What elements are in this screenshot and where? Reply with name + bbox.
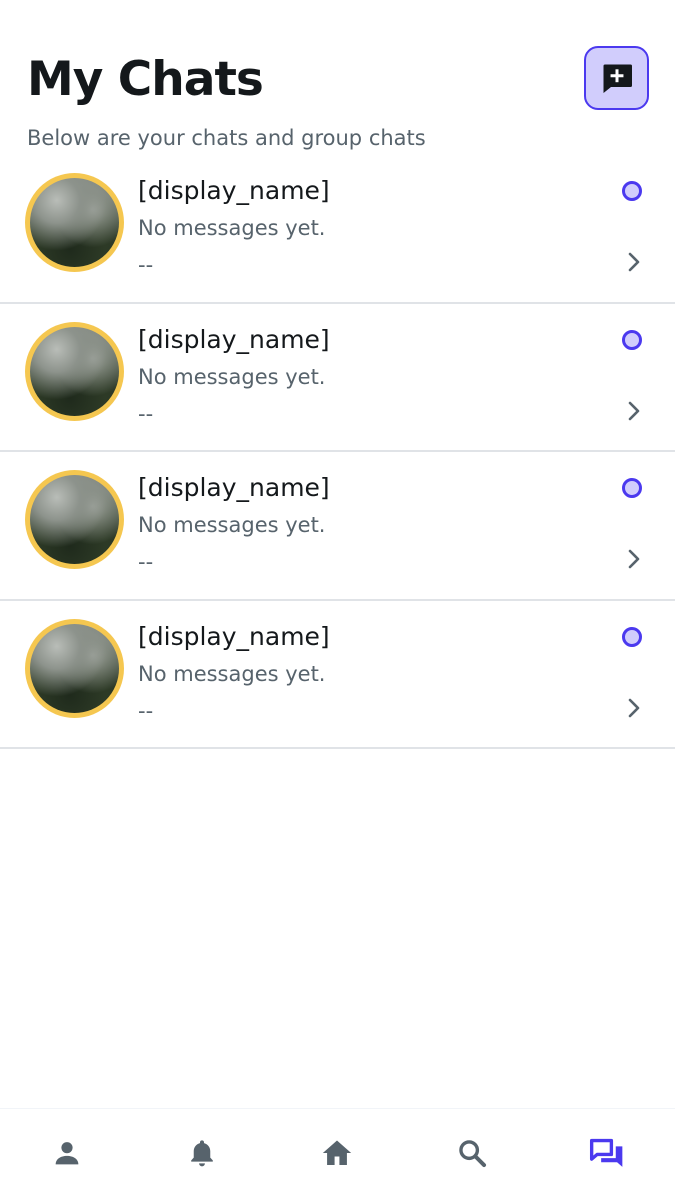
bottom-nav-bar bbox=[0, 1108, 675, 1200]
chat-display-name: [display_name] bbox=[138, 324, 330, 354]
chevron-right-icon bbox=[628, 252, 640, 272]
page-title: My Chats bbox=[27, 52, 264, 107]
chat-list: [display_name] No messages yet. -- [disp… bbox=[0, 155, 675, 749]
nav-chats[interactable] bbox=[587, 1133, 627, 1173]
chat-display-name: [display_name] bbox=[138, 176, 330, 205]
unread-indicator-icon bbox=[622, 329, 642, 350]
avatar bbox=[25, 173, 124, 272]
chat-display-name: [display_name] bbox=[138, 621, 330, 651]
home-icon bbox=[322, 1140, 352, 1166]
chat-timestamp: -- bbox=[138, 253, 154, 277]
nav-notifications[interactable] bbox=[182, 1133, 222, 1173]
avatar bbox=[25, 618, 124, 718]
chat-last-message: No messages yet. bbox=[138, 661, 326, 686]
chat-timestamp: -- bbox=[138, 698, 154, 723]
chat-list-item[interactable]: [display_name] No messages yet. -- bbox=[0, 601, 675, 749]
avatar-image bbox=[30, 178, 119, 267]
bell-icon bbox=[191, 1140, 213, 1167]
page-header: My Chats Below are your chats and group … bbox=[0, 0, 675, 170]
new-chat-button[interactable] bbox=[584, 46, 649, 110]
search-icon bbox=[459, 1140, 487, 1168]
add-comment-icon bbox=[603, 64, 632, 93]
chat-timestamp: -- bbox=[138, 550, 154, 574]
chevron-right-icon bbox=[628, 401, 640, 420]
chat-list-item[interactable]: [display_name] No messages yet. -- bbox=[0, 304, 675, 452]
chevron-right-icon bbox=[628, 549, 640, 569]
nav-home[interactable] bbox=[317, 1133, 357, 1173]
nav-profile[interactable] bbox=[47, 1133, 87, 1173]
chat-list-item[interactable]: [display_name] No messages yet. -- bbox=[0, 452, 675, 601]
unread-indicator-icon bbox=[622, 626, 642, 647]
chat-display-name: [display_name] bbox=[138, 473, 330, 502]
chat-list-item[interactable]: [display_name] No messages yet. -- bbox=[0, 155, 675, 304]
nav-search[interactable] bbox=[452, 1133, 492, 1173]
chat-last-message: No messages yet. bbox=[138, 216, 326, 240]
page-subtitle: Below are your chats and group chats bbox=[27, 126, 426, 150]
avatar-image bbox=[30, 623, 119, 713]
unread-indicator-icon bbox=[622, 478, 642, 498]
avatar-image bbox=[30, 326, 119, 416]
chevron-right-icon bbox=[628, 698, 640, 717]
unread-indicator-icon bbox=[622, 181, 642, 201]
avatar bbox=[25, 321, 124, 421]
chat-timestamp: -- bbox=[138, 401, 154, 426]
avatar-image bbox=[30, 475, 119, 564]
person-icon bbox=[55, 1142, 79, 1165]
chats-icon bbox=[589, 1138, 623, 1167]
avatar bbox=[25, 470, 124, 569]
chat-last-message: No messages yet. bbox=[138, 513, 326, 537]
chat-last-message: No messages yet. bbox=[138, 364, 326, 389]
